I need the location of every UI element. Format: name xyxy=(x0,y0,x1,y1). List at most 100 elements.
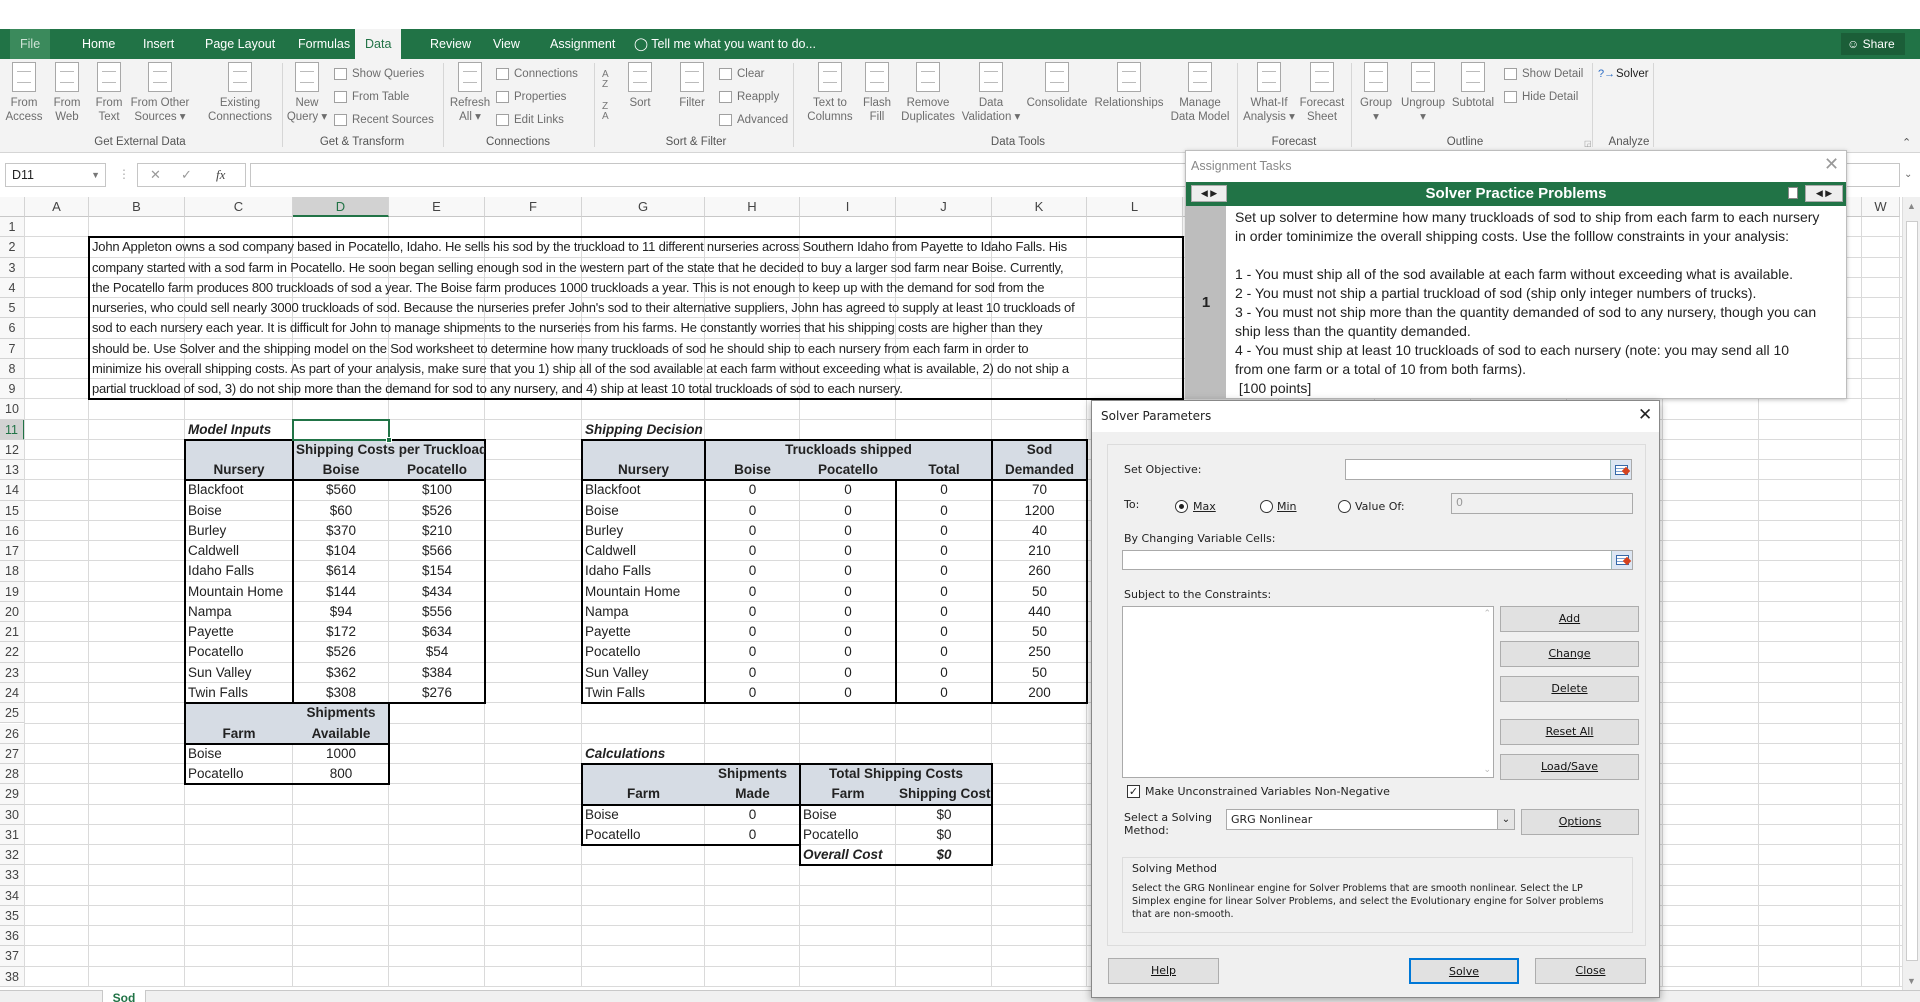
row-header-3[interactable]: 3 xyxy=(0,257,25,278)
column-header-I[interactable]: I xyxy=(800,197,896,217)
nonneg-checkbox[interactable]: ✓ xyxy=(1127,785,1140,798)
row-header-36[interactable]: 36 xyxy=(0,926,25,947)
scroll-down-icon[interactable]: ⌄ xyxy=(1483,765,1491,775)
nursery-name-cell[interactable]: Payette xyxy=(185,622,293,642)
row-header-14[interactable]: 14 xyxy=(0,480,25,501)
close-dialog-icon[interactable]: ✕ xyxy=(1638,405,1652,425)
boise-shipped-cell[interactable]: 0 xyxy=(705,622,800,642)
total-shipped-cell[interactable]: 0 xyxy=(896,561,992,581)
chevron-down-icon[interactable]: ⌄ xyxy=(1497,810,1514,829)
close-button[interactable]: Close xyxy=(1535,958,1646,984)
tab-view[interactable]: View xyxy=(483,29,530,59)
shipping-cost-cell[interactable]: $0 xyxy=(896,825,992,845)
shipping-cost-cell[interactable]: $434 xyxy=(389,582,485,602)
pocatello-shipped-cell[interactable]: 0 xyxy=(800,582,896,602)
boise-shipped-cell[interactable]: 0 xyxy=(705,501,800,521)
shipping-cost-cell[interactable]: $60 xyxy=(293,501,389,521)
help-button[interactable]: Help xyxy=(1108,958,1219,984)
scroll-task-buttons[interactable]: ◀ ▶ xyxy=(1805,185,1843,202)
row-header-29[interactable]: 29 xyxy=(0,784,25,805)
ribbon-button-reapply[interactable]: Reapply xyxy=(719,88,779,106)
ribbon-button-relationships[interactable]: Relationships xyxy=(1094,62,1164,110)
min-radio[interactable] xyxy=(1260,500,1273,513)
value-of-input[interactable]: 0 xyxy=(1451,493,1633,514)
ribbon-button-hide-detail[interactable]: Hide Detail xyxy=(1504,88,1578,106)
pocatello-shipped-cell[interactable]: 0 xyxy=(800,602,896,622)
row-header-32[interactable]: 32 xyxy=(0,845,25,866)
scroll-up-icon[interactable]: ▲ xyxy=(1903,201,1920,211)
nursery-name-cell[interactable]: Idaho Falls xyxy=(582,561,705,581)
total-shipped-cell[interactable]: 0 xyxy=(896,602,992,622)
row-header-33[interactable]: 33 xyxy=(0,865,25,886)
tell-me-box[interactable]: ◯ Tell me what you want to do... xyxy=(634,29,816,59)
vertical-scrollbar[interactable]: ▲ ▼ xyxy=(1902,197,1920,990)
fill-handle[interactable] xyxy=(386,436,392,443)
tab-home[interactable]: Home xyxy=(72,29,125,59)
close-pane-icon[interactable]: ✕ xyxy=(1824,154,1839,175)
nursery-name-cell[interactable]: Mountain Home xyxy=(582,582,705,602)
row-header-5[interactable]: 5 xyxy=(0,298,25,319)
sod-demanded-cell[interactable]: 40 xyxy=(992,521,1087,541)
sod-demanded-cell[interactable]: 50 xyxy=(992,663,1087,683)
row-header-7[interactable]: 7 xyxy=(0,338,25,359)
boise-shipped-cell[interactable]: 0 xyxy=(705,541,800,561)
ribbon-button-solver[interactable]: ?→ Solver xyxy=(1598,65,1649,83)
nursery-name-cell[interactable]: Idaho Falls xyxy=(185,561,293,581)
row-header-22[interactable]: 22 xyxy=(0,642,25,663)
range-select-icon[interactable] xyxy=(1611,551,1632,569)
shipping-cost-cell[interactable]: $308 xyxy=(293,683,389,703)
row-header-8[interactable]: 8 xyxy=(0,358,25,380)
nursery-name-cell[interactable]: Pocatello xyxy=(185,642,293,662)
add-button[interactable]: Add xyxy=(1500,606,1639,632)
shipments-made-cell[interactable]: 0 xyxy=(705,805,800,825)
ribbon-button-advanced[interactable]: Advanced xyxy=(719,111,788,129)
nursery-name-cell[interactable]: Mountain Home xyxy=(185,582,293,602)
shipping-cost-cell[interactable]: $100 xyxy=(389,480,485,500)
row-header-35[interactable]: 35 xyxy=(0,905,25,927)
row-header-6[interactable]: 6 xyxy=(0,318,25,339)
sod-demanded-cell[interactable]: 50 xyxy=(992,582,1087,602)
shipping-cost-cell[interactable]: $0 xyxy=(896,805,992,825)
prev-next-task-buttons[interactable]: ◀ ▶ xyxy=(1191,185,1227,202)
tab-assignment[interactable]: Assignment xyxy=(540,29,625,59)
ribbon-button-existing[interactable]: Existing Connections xyxy=(205,62,275,124)
row-header-19[interactable]: 19 xyxy=(0,581,25,602)
nursery-name-cell[interactable]: Twin Falls xyxy=(582,683,705,703)
column-header-J[interactable]: J xyxy=(896,197,992,217)
column-header-E[interactable]: E xyxy=(389,197,485,217)
solving-method-select[interactable]: GRG Nonlinear ⌄ xyxy=(1226,809,1515,830)
column-header-D[interactable]: D xyxy=(293,197,389,217)
solve-button[interactable]: Solve xyxy=(1409,958,1519,984)
shipping-cost-cell[interactable]: $384 xyxy=(389,663,485,683)
row-header-16[interactable]: 16 xyxy=(0,520,25,542)
boise-shipped-cell[interactable]: 0 xyxy=(705,663,800,683)
pocatello-shipped-cell[interactable]: 0 xyxy=(800,642,896,662)
ribbon-button-from-other[interactable]: From Other Sources ▾ xyxy=(125,62,195,124)
shipments-available-cell[interactable]: 1000 xyxy=(293,744,389,764)
boise-shipped-cell[interactable]: 0 xyxy=(705,602,800,622)
selected-cell-d11[interactable] xyxy=(292,418,390,441)
range-select-icon[interactable] xyxy=(1610,460,1631,479)
tab-file[interactable]: File xyxy=(10,29,51,59)
tab-insert[interactable]: Insert xyxy=(133,29,184,59)
ribbon-button-refresh[interactable]: Refresh All ▾ xyxy=(435,62,505,124)
row-header-17[interactable]: 17 xyxy=(0,541,25,562)
square-icon[interactable] xyxy=(1788,187,1798,199)
ribbon-button-remove[interactable]: Remove Duplicates xyxy=(893,62,963,124)
changing-cells-input[interactable] xyxy=(1122,550,1633,570)
nursery-name-cell[interactable]: Boise xyxy=(582,501,705,521)
sort-za-icon[interactable]: Z A xyxy=(602,102,609,122)
delete-button[interactable]: Delete xyxy=(1500,676,1639,702)
nursery-name-cell[interactable]: Burley xyxy=(582,521,705,541)
boise-shipped-cell[interactable]: 0 xyxy=(705,683,800,703)
sod-demanded-cell[interactable]: 50 xyxy=(992,622,1087,642)
tab-formulas[interactable]: Formulas xyxy=(288,29,360,59)
total-shipped-cell[interactable]: 0 xyxy=(896,480,992,500)
farm-name-cell[interactable]: Boise xyxy=(185,744,293,764)
row-header-25[interactable]: 25 xyxy=(0,703,25,724)
nursery-name-cell[interactable]: Payette xyxy=(582,622,705,642)
column-header-F[interactable]: F xyxy=(485,197,582,217)
share-button[interactable]: ☺ Share xyxy=(1841,33,1905,55)
load-save-button[interactable]: Load/Save xyxy=(1500,754,1639,780)
row-header-15[interactable]: 15 xyxy=(0,500,25,521)
